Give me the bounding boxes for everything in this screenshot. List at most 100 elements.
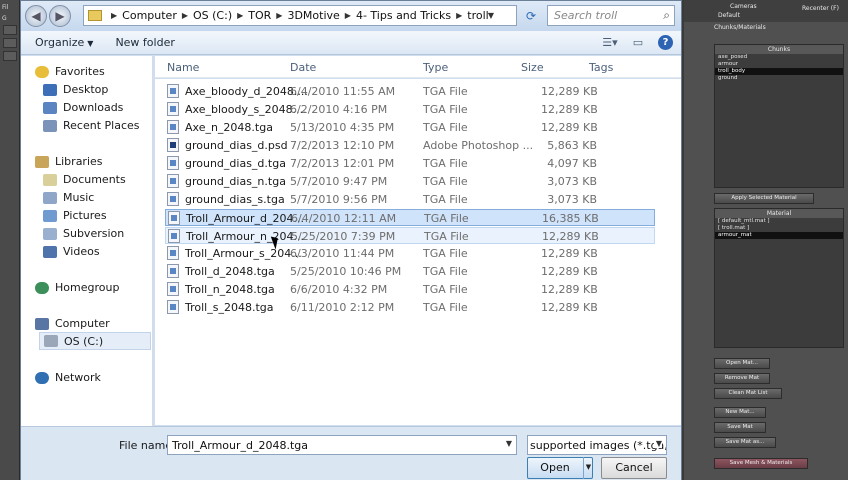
file-row[interactable]: Axe_bloody_s_2048.... 6/2/2010 4:16 PM TGA… xyxy=(165,101,655,118)
breadcrumb-item[interactable]: OS (C:) xyxy=(193,9,232,22)
file-type: TGA File xyxy=(423,301,468,314)
cancel-button[interactable]: Cancel xyxy=(601,457,667,479)
chunk-item-selected[interactable]: troll_body xyxy=(715,68,843,75)
column-header-tags[interactable]: Tags xyxy=(589,61,613,74)
file-row[interactable]: ground_dias_d.psd 7/2/2013 12:10 PM Adobe … xyxy=(165,137,655,154)
chevron-down-icon[interactable]: ▼ xyxy=(506,439,512,448)
nav-documents[interactable]: Documents xyxy=(43,173,126,186)
breadcrumb-item[interactable]: troll xyxy=(467,9,488,22)
nav-label: Videos xyxy=(63,245,100,258)
material-item-selected[interactable]: armour_mat xyxy=(715,232,843,239)
file-date: 5/7/2010 9:47 PM xyxy=(290,175,388,188)
left-strip-button[interactable] xyxy=(3,38,17,48)
file-name: Troll_Armour_d_204... xyxy=(186,212,304,225)
tga-file-icon xyxy=(167,156,179,170)
chunks-title: Chunks xyxy=(715,45,843,54)
file-name: ground_dias_s.tga xyxy=(185,193,285,206)
nav-subversion[interactable]: Subversion xyxy=(43,227,124,240)
file-row[interactable]: Axe_n_2048.tga 5/13/2010 4:35 PM TGA File 1… xyxy=(165,119,655,136)
back-button[interactable]: ◀ xyxy=(25,5,47,27)
file-date: 7/2/2013 12:01 PM xyxy=(290,157,395,170)
material-item[interactable]: [ troll.mat ] xyxy=(715,225,843,232)
psd-file-icon xyxy=(167,138,179,152)
file-row[interactable]: ground_dias_s.tga 5/7/2010 9:56 PM TGA Fil… xyxy=(165,191,655,208)
subversion-icon xyxy=(43,227,57,240)
new-mat-button[interactable]: New Mat... xyxy=(714,407,766,418)
breadcrumb-item[interactable]: TOR xyxy=(248,9,271,22)
material-item[interactable]: [ default_mtl.mat ] xyxy=(715,218,843,225)
nav-videos[interactable]: Videos xyxy=(43,245,100,258)
column-header-name[interactable]: Name xyxy=(167,61,199,74)
breadcrumb-item[interactable]: Computer xyxy=(122,9,177,22)
chunk-item[interactable]: ground xyxy=(715,75,843,82)
file-row[interactable]: ground_dias_d.tga 7/2/2013 12:01 PM TGA Fi… xyxy=(165,155,655,172)
file-type-select[interactable]: supported images (*.tga,*.dc ▼ xyxy=(527,435,667,455)
file-size: 12,289 KB xyxy=(541,247,598,260)
help-icon[interactable]: ? xyxy=(658,35,673,50)
left-strip-button[interactable] xyxy=(3,25,17,35)
nav-pictures[interactable]: Pictures xyxy=(43,209,107,222)
file-name-input[interactable]: Troll_Armour_d_2048.tga ▼ xyxy=(167,435,517,455)
clean-mat-list-button[interactable]: Clean Mat List xyxy=(714,388,782,399)
search-input[interactable]: Search troll ⌕ xyxy=(547,5,675,26)
file-list: Axe_bloody_d_2048.... 6/4/2010 11:55 AM TG… xyxy=(155,79,681,425)
file-date: 5/25/2010 7:39 PM xyxy=(291,230,396,243)
material-list: Material [ default_mtl.mat ] [ troll.mat… xyxy=(714,208,844,348)
file-row[interactable]: Troll_Armour_s_204... 6/3/2010 11:44 PM TG… xyxy=(165,245,655,262)
breadcrumb-item[interactable]: 3DMotive xyxy=(287,9,339,22)
nav-label: Downloads xyxy=(63,101,124,114)
cameras-label[interactable]: Cameras xyxy=(730,3,757,10)
preview-pane-icon[interactable]: ▭ xyxy=(630,36,646,50)
tga-file-icon xyxy=(167,282,179,296)
chevron-down-icon[interactable]: ▼ xyxy=(488,11,494,20)
nav-homegroup[interactable]: Homegroup xyxy=(35,281,119,294)
column-header-date[interactable]: Date xyxy=(290,61,316,74)
chunk-item[interactable]: axe_posed xyxy=(715,54,843,61)
open-mat-button[interactable]: Open Mat... xyxy=(714,358,770,369)
recenter-button[interactable]: Recenter (F) xyxy=(802,5,839,12)
apply-material-button[interactable]: Apply Selected Material xyxy=(714,193,814,204)
view-options-icon[interactable]: ☰▾ xyxy=(602,36,618,50)
new-folder-button[interactable]: New folder xyxy=(115,36,174,49)
left-strip-button[interactable] xyxy=(3,51,17,61)
file-size: 12,289 KB xyxy=(541,85,598,98)
nav-favorites[interactable]: Favorites xyxy=(35,65,105,78)
column-header-type[interactable]: Type xyxy=(423,61,448,74)
nav-label: Libraries xyxy=(55,155,103,168)
open-options-chevron-icon[interactable]: ▼ xyxy=(583,457,593,479)
save-mat-as-button[interactable]: Save Mat as... xyxy=(714,437,776,448)
breadcrumb-item[interactable]: 4- Tips and Tricks xyxy=(356,9,451,22)
file-type: TGA File xyxy=(424,212,469,225)
column-header-size[interactable]: Size xyxy=(521,61,544,74)
remove-mat-button[interactable]: Remove Mat xyxy=(714,373,770,384)
tga-file-icon xyxy=(167,264,179,278)
chunk-item[interactable]: armour xyxy=(715,61,843,68)
nav-computer[interactable]: Computer xyxy=(35,317,110,330)
nav-label: Desktop xyxy=(63,83,109,96)
default-camera-label[interactable]: Default xyxy=(718,12,740,19)
nav-downloads[interactable]: Downloads xyxy=(43,101,123,114)
file-row[interactable]: Axe_bloody_d_2048.... 6/4/2010 11:55 AM TG… xyxy=(165,83,655,100)
nav-recent-places[interactable]: Recent Places xyxy=(43,119,140,132)
file-row[interactable]: Troll_n_2048.tga 6/6/2010 4:32 PM TGA File… xyxy=(165,281,655,298)
nav-network[interactable]: Network xyxy=(35,371,101,384)
file-row-hovered[interactable]: Troll_Armour_n_204... 5/25/2010 7:39 PM TG… xyxy=(165,227,655,244)
file-size: 3,073 KB xyxy=(547,193,597,206)
nav-libraries[interactable]: Libraries xyxy=(35,155,103,168)
tab-chunks-materials[interactable]: Chunks/Materials xyxy=(714,24,774,36)
file-row[interactable]: Troll_d_2048.tga 5/25/2010 10:46 PM TGA Fi… xyxy=(165,263,655,280)
file-row[interactable]: ground_dias_n.tga 5/7/2010 9:47 PM TGA Fil… xyxy=(165,173,655,190)
nav-os-c[interactable]: OS (C:) xyxy=(39,332,151,350)
nav-desktop[interactable]: Desktop xyxy=(43,83,108,96)
file-row[interactable]: Troll_s_2048.tga 6/11/2010 2:12 PM TGA Fil… xyxy=(165,299,655,316)
file-row-selected[interactable]: Troll_Armour_d_204... 6/4/2010 12:11 AM TG… xyxy=(165,209,655,226)
address-bar[interactable]: ▶ Computer ▶ OS (C:) ▶ TOR ▶ 3DMotive ▶ … xyxy=(83,5,517,26)
pictures-icon xyxy=(43,209,57,222)
organize-button[interactable]: Organize ▼ xyxy=(35,36,93,49)
save-mesh-materials-button[interactable]: Save Mesh & Materials xyxy=(714,458,808,469)
refresh-icon[interactable]: ⟳ xyxy=(521,6,541,26)
nav-music[interactable]: Music xyxy=(43,191,94,204)
forward-button[interactable]: ▶ xyxy=(49,5,71,27)
save-mat-button[interactable]: Save Mat xyxy=(714,422,766,433)
file-type: Adobe Photoshop ... xyxy=(423,139,534,152)
